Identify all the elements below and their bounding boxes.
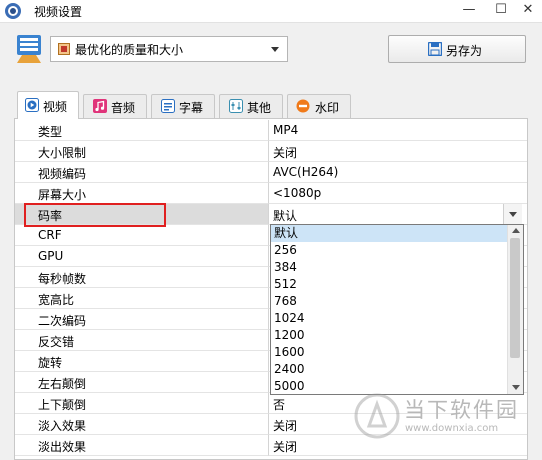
tab-video[interactable]: 视频 [17,91,79,119]
setting-label: 类型 [38,125,63,139]
dropdown-option[interactable]: 384 [271,259,507,276]
watermark-text: 当下软件园 [404,398,519,422]
setting-label: 反交错 [38,335,75,349]
title-bar: 视频设置 — ☐ ✕ [0,0,542,23]
settings-row[interactable]: 淡出效果 关闭 [15,435,527,456]
chevron-down-icon [509,212,517,217]
watermark-url: www.downxia.com [405,423,499,434]
tab-other[interactable]: 其他 [219,94,283,118]
close-button[interactable]: ✕ [514,0,542,20]
dropdown-option[interactable]: 1200 [271,327,507,344]
setting-label: 每秒帧数 [38,272,87,286]
annotation-highlight-box [24,203,166,227]
preset-value: 最优化的质量和大小 [75,43,184,57]
setting-label: 左右颠倒 [38,377,87,391]
setting-value[interactable]: MP4 [273,123,298,137]
dropdown-option[interactable]: 2400 [271,361,507,378]
setting-value[interactable]: AVC(H264) [273,165,338,179]
watermark-logo-icon [354,393,400,439]
setting-label: 上下颠倒 [38,398,87,412]
settings-row[interactable]: 大小限制 关闭 [15,141,527,162]
preset-list-icon [17,35,41,63]
dropdown-option[interactable]: 256 [271,242,507,259]
minimize-button[interactable]: — [455,0,483,20]
dropdown-option[interactable]: 1600 [271,344,507,361]
tab-audio-label: 音频 [111,101,136,115]
setting-value[interactable]: 关闭 [273,144,297,161]
setting-value[interactable]: 关闭 [273,438,297,455]
save-as-label: 另存为 [446,44,483,58]
tab-subtitle[interactable]: 字幕 [151,94,215,118]
setting-label: CRF [38,228,62,242]
save-icon [428,42,442,56]
preset-select[interactable]: 最优化的质量和大小 [50,36,288,62]
bitrate-dropdown-button[interactable] [503,204,522,224]
bitrate-combo-value[interactable]: 默认 [273,207,297,224]
play-icon [25,98,39,112]
setting-label: 宽高比 [38,293,75,307]
dropdown-scrollbar[interactable] [507,225,523,394]
setting-label: GPU [38,249,64,263]
app-logo-icon [5,3,21,19]
dropdown-option[interactable]: 768 [271,293,507,310]
setting-label: 二次编码 [38,314,87,328]
sliders-icon [229,99,243,113]
settings-row[interactable]: 屏幕大小 <1080p [15,183,527,204]
tab-watermark-label: 水印 [315,101,340,115]
chevron-down-icon [271,47,279,52]
setting-value[interactable]: 否 [273,396,285,413]
setting-label: 淡入效果 [38,419,87,433]
dropdown-option[interactable]: 默认 [271,225,507,242]
tab-subtitle-label: 字幕 [179,101,204,115]
setting-label: 视频编码 [38,167,87,181]
window-title: 视频设置 [34,5,83,19]
bitrate-dropdown-list: 默认 256 384 512 768 1024 1200 1600 2400 5… [270,224,524,395]
settings-row[interactable]: 类型 MP4 [15,120,527,141]
scroll-up-icon[interactable] [512,228,520,233]
tab-audio[interactable]: 音频 [83,94,147,118]
setting-label: 大小限制 [38,146,87,160]
settings-row[interactable]: 视频编码 AVC(H264) [15,162,527,183]
setting-label: 淡出效果 [38,440,87,454]
scrollbar-thumb[interactable] [510,238,520,358]
setting-value[interactable]: 关闭 [273,417,297,434]
dropdown-option[interactable]: 512 [271,276,507,293]
setting-value[interactable]: <1080p [273,186,321,200]
setting-label: 屏幕大小 [38,188,87,202]
tab-video-label: 视频 [43,100,68,114]
tab-watermark[interactable]: 水印 [287,94,351,118]
save-as-button[interactable]: 另存为 [388,35,526,63]
subtitle-icon [161,99,175,113]
tab-other-label: 其他 [247,101,272,115]
new-badge-icon [296,99,310,113]
restore-button[interactable]: ☐ [487,0,515,20]
setting-label: 旋转 [38,356,63,370]
film-icon [58,43,70,55]
dropdown-option[interactable]: 1024 [271,310,507,327]
scroll-down-icon[interactable] [512,385,520,390]
music-icon [93,99,107,113]
